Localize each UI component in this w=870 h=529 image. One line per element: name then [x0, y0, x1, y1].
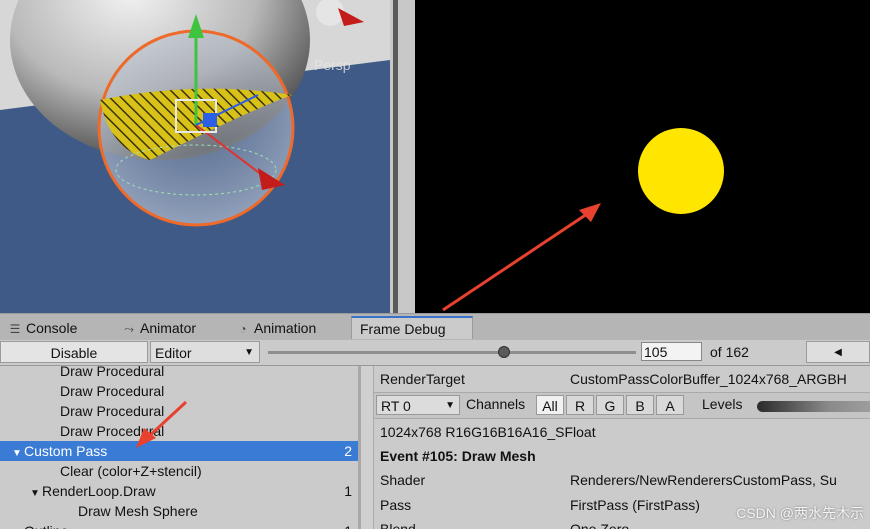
persp-label: Persp — [314, 57, 351, 73]
triangle-left-icon: ◀ — [834, 347, 842, 358]
chevron-down-icon: ▼ — [244, 347, 254, 358]
rt-select-value: RT 0 — [381, 398, 411, 414]
tab-animator-label: Animator — [140, 320, 197, 336]
channel-g-button[interactable]: G — [596, 395, 624, 415]
disable-button[interactable]: Disable — [0, 341, 148, 363]
channel-a-button[interactable]: A — [656, 395, 684, 415]
annotation-arrow-head — [579, 203, 601, 222]
event-index-field[interactable]: 105 — [641, 342, 702, 361]
frame-debug-toolbar: Disable Editor ▼ 105 of 162 ◀ — [0, 340, 870, 366]
blend-key: Blend — [380, 521, 416, 529]
hierarchy-scrollbar[interactable] — [361, 366, 374, 529]
tree-annotation — [136, 400, 188, 448]
yellow-circle — [638, 128, 724, 214]
levels-range-slider[interactable] — [757, 401, 870, 412]
view-divider[interactable] — [390, 0, 415, 313]
blend-value: One Zero — [570, 521, 630, 529]
annotation-arrow-line — [442, 208, 594, 312]
animator-icon: ⤳ — [124, 322, 134, 336]
game-view[interactable] — [415, 0, 870, 313]
shader-value: Renderers/NewRenderersCustomPass, Su — [570, 472, 837, 488]
animation-icon: ◔ — [239, 322, 247, 336]
pass-value: FirstPass (FirstPass) — [570, 497, 700, 513]
tab-frame-debug-label: Frame Debug — [360, 321, 446, 337]
format-label: 1024x768 R16G16B16A16_SFloat — [380, 424, 596, 440]
scene-view[interactable]: Persp — [0, 0, 390, 313]
tab-console-label: Console — [26, 320, 78, 336]
levels-label: Levels — [702, 396, 743, 412]
target-select[interactable]: Editor ▼ — [150, 341, 260, 363]
watermark: CSDN @两水先木示 — [736, 505, 864, 521]
target-select-value: Editor — [155, 345, 192, 361]
tab-bar: ☰ Console ⤳ Animator ◔ Animation Frame Debu… — [0, 313, 870, 342]
channel-all-button[interactable]: All — [536, 395, 564, 415]
tab-frame-debug[interactable]: Frame Debug — [351, 316, 473, 339]
pass-key: Pass — [380, 497, 412, 513]
tab-animator[interactable]: ⤳ Animator — [122, 317, 196, 340]
render-target-value: CustomPassColorBuffer_1024x768_ARGBH — [570, 371, 847, 387]
previous-event-button[interactable]: ◀ — [806, 341, 870, 363]
chevron-down-icon: ▼ — [445, 400, 455, 411]
render-target-key: RenderTarget — [380, 371, 465, 387]
console-icon: ☰ — [9, 322, 21, 336]
event-slider-thumb[interactable] — [497, 346, 510, 358]
channels-label: Channels — [466, 396, 526, 412]
rt-select[interactable]: RT 0 ▼ — [376, 395, 460, 415]
event-total-label: of 162 — [710, 344, 749, 360]
game-viewport-graphics — [442, 128, 724, 312]
tab-console[interactable]: ☰ Console — [8, 317, 78, 340]
channel-r-button[interactable]: R — [566, 395, 594, 415]
shader-key: Shader — [380, 472, 426, 488]
render-target-controls: RT 0 ▼ Channels All R G B A Levels — [374, 392, 870, 419]
tab-animation[interactable]: ◔ Animation — [236, 317, 316, 340]
channel-b-button[interactable]: B — [626, 395, 654, 415]
scene-viewport-graphics: Persp — [0, 0, 390, 313]
event-title: Event #105: Draw Mesh — [380, 448, 536, 464]
tab-animation-label: Animation — [254, 320, 317, 336]
gizmo-plane-handle — [203, 113, 217, 127]
event-slider[interactable] — [268, 351, 636, 354]
